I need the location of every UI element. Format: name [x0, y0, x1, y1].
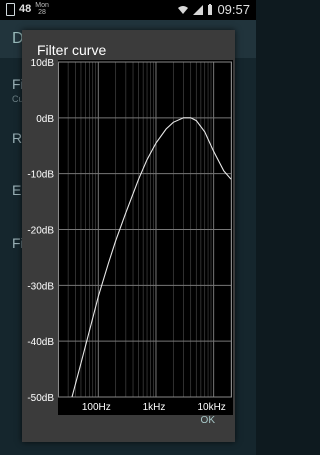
battery-icon: [208, 4, 213, 15]
y-tick-label: -10dB: [27, 170, 54, 181]
phone-icon: [6, 2, 15, 16]
date-badge: Mon 28: [35, 2, 49, 16]
filter-curve-chart: 10dB 0dB -10dB -20dB -30dB -40dB -50dB 100Hz 1kH…: [27, 58, 232, 413]
x-tick-label: 100Hz: [82, 402, 111, 413]
y-tick-label: -20dB: [27, 226, 54, 237]
bg-item-2: R: [12, 130, 23, 146]
y-tick-label: 0dB: [36, 114, 54, 125]
y-tick-label: -30dB: [27, 281, 54, 292]
x-tick-label: 10kHz: [197, 402, 225, 413]
dialog-title: Filter curve: [37, 42, 107, 58]
y-tick-label: 10dB: [31, 58, 55, 69]
status-bar: 48 Mon 28 09:57: [0, 0, 256, 20]
filter-curve-dialog: Filter curve 10dB 0dB -10dB -20dB -30dB -40dB…: [22, 30, 235, 442]
temperature: 48: [19, 3, 32, 15]
date-day: Mon: [35, 2, 49, 9]
filter-curve-plot: 10dB 0dB -10dB -20dB -30dB -40dB -50dB 100Hz 1kH…: [27, 58, 233, 415]
clock: 09:57: [217, 2, 250, 17]
y-tick-label: -50dB: [27, 393, 54, 404]
wifi-icon: [178, 5, 189, 14]
status-left: 48 Mon 28: [6, 2, 49, 16]
date-num: 28: [38, 9, 46, 16]
y-tick-label: -40dB: [27, 337, 54, 348]
signal-icon: [193, 4, 204, 15]
x-tick-label: 1kHz: [143, 402, 166, 413]
ok-button[interactable]: OK: [201, 415, 215, 426]
bg-item-3: E: [12, 182, 22, 198]
status-right: 09:57: [177, 2, 250, 17]
